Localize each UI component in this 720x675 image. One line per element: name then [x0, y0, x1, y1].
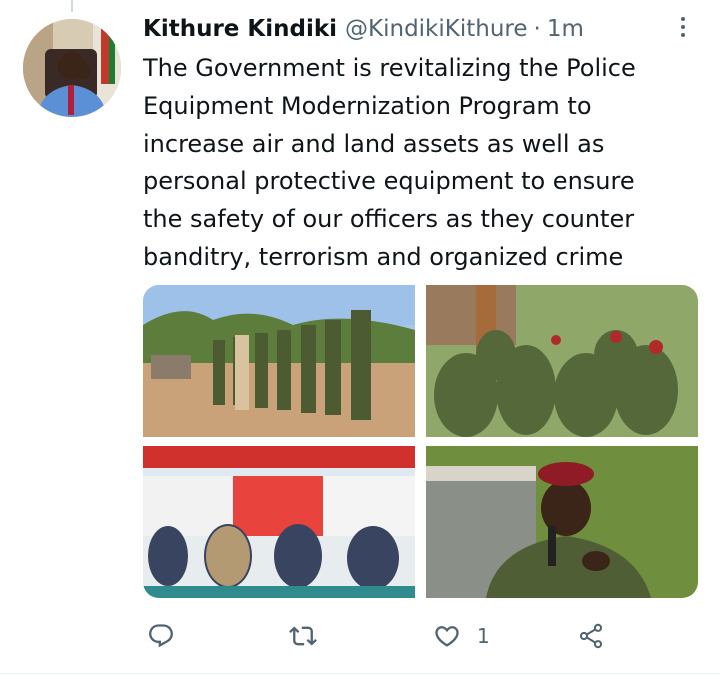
reply-button[interactable]: [147, 616, 175, 656]
like-button[interactable]: 1: [433, 616, 490, 656]
tweet-timestamp[interactable]: 1m: [547, 16, 584, 42]
share-button[interactable]: [577, 616, 605, 656]
media-image-2[interactable]: [426, 285, 698, 437]
author-name[interactable]: Kithure Kindiki: [143, 16, 337, 42]
tweet-header: Kithure Kindiki @KindikiKithure · 1m: [143, 14, 584, 44]
share-icon: [579, 623, 603, 649]
reply-icon: [149, 624, 173, 648]
tweet-text: The Government is revitalizing the Polic…: [143, 54, 636, 271]
tweet-actions: 1: [143, 616, 698, 656]
retweet-icon: [289, 626, 317, 646]
media-grid: [143, 285, 698, 598]
avatar-photo: [23, 19, 121, 117]
media-image-4[interactable]: [426, 446, 698, 598]
author-handle[interactable]: @KindikiKithure: [345, 16, 528, 42]
more-options-icon[interactable]: [668, 12, 698, 42]
media-image-3[interactable]: [143, 446, 415, 598]
retweet-button[interactable]: [289, 616, 317, 656]
author-avatar[interactable]: [23, 19, 121, 117]
like-count: 1: [477, 624, 490, 648]
header-separator: ·: [533, 16, 541, 42]
heart-icon: [435, 626, 459, 647]
tweet-divider: [0, 673, 720, 674]
media-image-1[interactable]: [143, 285, 415, 437]
thread-connector-line: [71, 0, 73, 12]
